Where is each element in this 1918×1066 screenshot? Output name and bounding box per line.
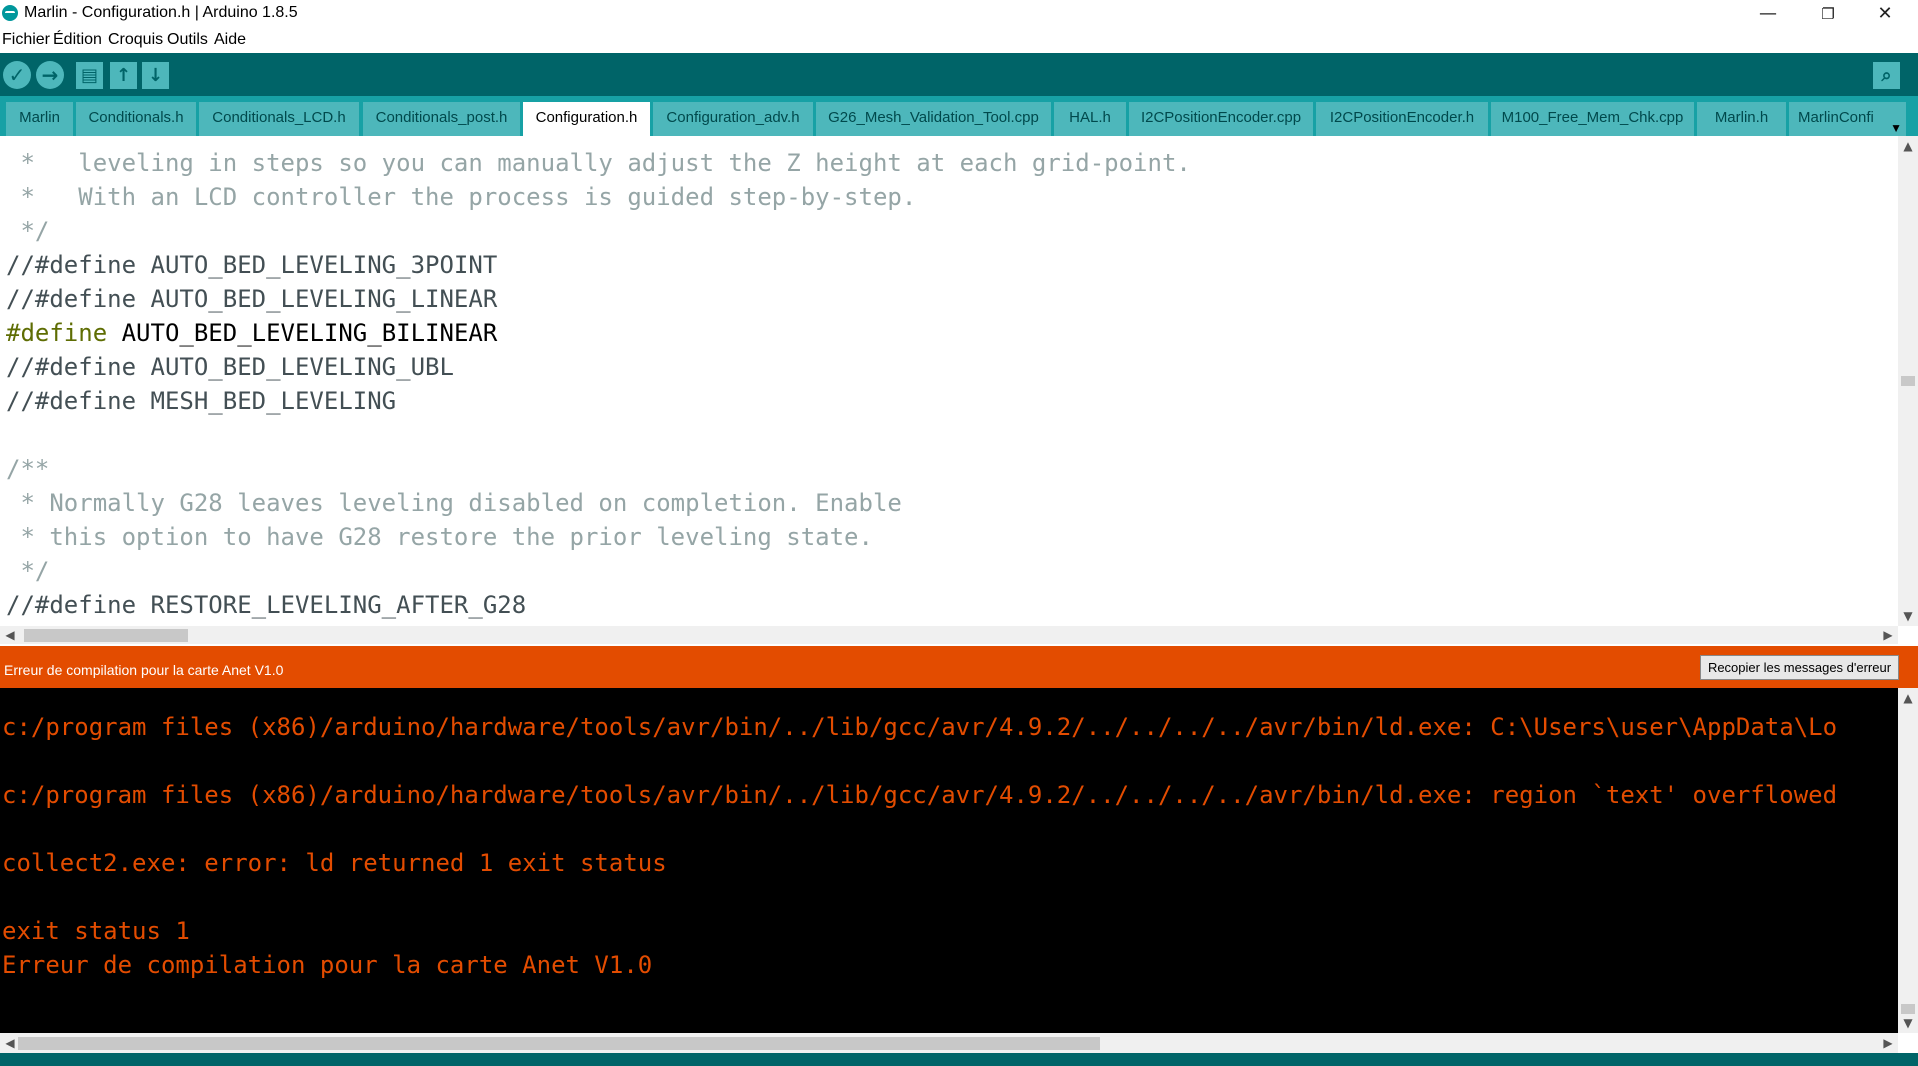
code-line: //#define AUTO_BED_LEVELING_LINEAR [6,285,498,313]
arrow-right-icon: → [41,63,59,87]
scroll-right-icon[interactable]: ▶ [1878,625,1898,644]
code-line-active-define: #define AUTO_BED_LEVELING_BILINEAR [6,316,497,350]
code-line: //#define RESTORE_LEVELING_AFTER_G28 [6,591,527,619]
tab-configuration-h[interactable]: Configuration.h [523,102,650,136]
scroll-left-icon[interactable]: ◀ [0,1033,20,1053]
tab-m100-free-mem-chk[interactable]: M100_Free_Mem_Chk.cpp [1491,102,1694,136]
console-line: c:/program files (x86)/arduino/hardware/… [2,713,1838,741]
title-bar: Marlin - Configuration.h | Arduino 1.8.5… [0,0,1918,28]
tab-conditionals-post-h[interactable]: Conditionals_post.h [363,102,520,136]
code-line: * this option to have G28 restore the pr… [6,523,873,551]
minimize-button[interactable]: — [1740,0,1796,28]
upload-button[interactable]: → [36,61,64,89]
checkmark-icon: ✓ [8,63,26,87]
tab-bar: Marlin Conditionals.h Conditionals_LCD.h… [0,96,1918,136]
menu-outils[interactable]: Outils [167,31,208,49]
code-line: * Normally G28 leaves leveling disabled … [6,489,902,517]
menu-edition[interactable]: Édition [53,31,102,49]
code-line: * With an LCD controller the process is … [6,183,917,211]
define-name: AUTO_BED_LEVELING_BILINEAR [107,319,498,347]
scroll-down-icon[interactable]: ▼ [1898,1013,1918,1033]
tab-marlin[interactable]: Marlin [6,102,73,136]
console-line: collect2.exe: error: ld returned 1 exit … [2,849,667,877]
status-message: Erreur de compilation pour la carte Anet… [4,662,284,678]
console-line: exit status 1 [2,917,190,945]
new-sketch-button[interactable]: ▤ [76,62,103,89]
console-line: c:/program files (x86)/arduino/hardware/… [2,781,1838,809]
console-horizontal-scroll-thumb[interactable] [18,1037,1100,1050]
scroll-up-icon[interactable]: ▲ [1898,136,1918,156]
code-editor[interactable]: * leveling in steps so you can manually … [0,136,1918,644]
editor-horizontal-scroll-thumb[interactable] [24,629,188,642]
arrow-up-icon: ↑ [115,65,132,86]
toolbar: ✓ → ▤ ↑ ↓ ⌕ [0,53,1918,96]
tab-conditionals-lcd-h[interactable]: Conditionals_LCD.h [199,102,359,136]
scroll-left-icon[interactable]: ◀ [0,625,20,644]
arduino-logo-icon [2,5,18,21]
tab-configuration-adv-h[interactable]: Configuration_adv.h [653,102,813,136]
code-line: //#define AUTO_BED_LEVELING_3POINT [6,251,498,279]
tab-g26-mesh-validation-tool[interactable]: G26_Mesh_Validation_Tool.cpp [816,102,1051,136]
code-line: */ [6,557,50,585]
scroll-up-icon[interactable]: ▲ [1898,688,1918,708]
serial-monitor-button[interactable]: ⌕ [1873,62,1900,89]
console-vertical-scrollbar[interactable]: ▲ ▼ [1898,688,1918,1033]
tab-hal-h[interactable]: HAL.h [1054,102,1126,136]
footer-bar [0,1053,1918,1066]
scroll-down-icon[interactable]: ▼ [1898,606,1918,626]
verify-button[interactable]: ✓ [3,61,31,89]
menu-aide[interactable]: Aide [214,31,246,49]
code-line: //#define MESH_BED_LEVELING [6,387,397,415]
editor-vertical-scroll-thumb[interactable] [1901,376,1915,386]
console-horizontal-scrollbar[interactable]: ◀ ▶ [0,1033,1898,1053]
tab-i2c-position-encoder-h[interactable]: I2CPositionEncoder.h [1316,102,1488,136]
scroll-right-icon[interactable]: ▶ [1878,1033,1898,1053]
arrow-down-icon: ↓ [147,65,164,86]
menu-fichier[interactable]: Fichier [2,31,50,49]
menu-croquis[interactable]: Croquis [108,31,163,49]
new-file-icon: ▤ [80,65,98,86]
copy-error-messages-button[interactable]: Recopier les messages d'erreur [1700,655,1899,680]
restore-button[interactable]: ❐ [1800,0,1856,28]
menu-bar: Fichier Édition Croquis Outils Aide [0,28,1918,52]
tab-menu-triangle-icon[interactable]: ▼ [1890,112,1902,136]
console-line: Erreur de compilation pour la carte Anet… [2,951,653,979]
define-keyword: #define [6,319,108,347]
tab-marlinconfig-truncated[interactable]: MarlinConfi ▼ [1789,102,1906,136]
code-line: //#define AUTO_BED_LEVELING_UBL [6,353,454,381]
magnifier-icon: ⌕ [1881,65,1892,86]
status-bar: Erreur de compilation pour la carte Anet… [0,646,1918,688]
code-line: * leveling in steps so you can manually … [6,149,1191,177]
tab-conditionals-h[interactable]: Conditionals.h [76,102,196,136]
close-button[interactable]: ✕ [1857,0,1913,28]
tab-label: MarlinConfi [1798,109,1874,126]
tab-marlin-h[interactable]: Marlin.h [1697,102,1786,136]
open-button[interactable]: ↑ [110,62,137,89]
window-title: Marlin - Configuration.h | Arduino 1.8.5 [24,4,298,21]
editor-vertical-scrollbar[interactable]: ▲ ▼ [1898,136,1918,626]
editor-horizontal-scrollbar[interactable]: ◀ ▶ [0,626,1898,644]
console-output[interactable]: c:/program files (x86)/arduino/hardware/… [0,688,1918,1033]
code-line: */ [6,217,50,245]
code-line: /** [6,455,50,483]
save-button[interactable]: ↓ [142,62,169,89]
tab-i2c-position-encoder-cpp[interactable]: I2CPositionEncoder.cpp [1129,102,1313,136]
